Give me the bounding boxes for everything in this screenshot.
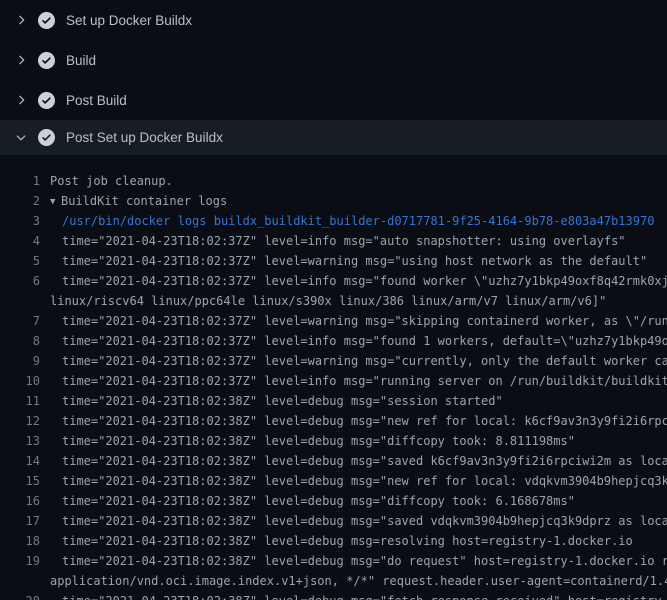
- step-label: Post Build: [66, 93, 127, 108]
- log-line-number[interactable]: 17: [0, 511, 40, 531]
- log-line-number[interactable]: 16: [0, 491, 40, 511]
- log-text: time="2021-04-23T18:02:38Z" level=debug …: [62, 471, 667, 491]
- log-text: time="2021-04-23T18:02:38Z" level=debug …: [62, 531, 633, 551]
- log-line-number[interactable]: 2: [0, 191, 40, 211]
- log-text: time="2021-04-23T18:02:37Z" level=warnin…: [62, 251, 647, 271]
- log-text: time="2021-04-23T18:02:38Z" level=debug …: [62, 391, 503, 411]
- log-text: time="2021-04-23T18:02:37Z" level=info m…: [62, 271, 667, 291]
- log-line: application/vnd.oci.image.index.v1+json,…: [0, 571, 667, 591]
- log-text: application/vnd.oci.image.index.v1+json,…: [50, 571, 667, 591]
- log-text: Post job cleanup.: [50, 171, 173, 191]
- log-text: time="2021-04-23T18:02:38Z" level=debug …: [62, 491, 575, 511]
- log-line-number[interactable]: 1: [0, 171, 40, 191]
- log-line: linux/riscv64 linux/ppc64le linux/s390x …: [0, 291, 667, 311]
- log-text: time="2021-04-23T18:02:37Z" level=warnin…: [62, 311, 667, 331]
- step-label: Post Set up Docker Buildx: [66, 130, 223, 145]
- step-label: Build: [66, 53, 96, 68]
- log-line-number[interactable]: 8: [0, 331, 40, 351]
- log-line-number[interactable]: 4: [0, 231, 40, 251]
- log-line-number[interactable]: 9: [0, 351, 40, 371]
- log-line-number[interactable]: 12: [0, 411, 40, 431]
- log-line-number[interactable]: 20: [0, 591, 40, 600]
- chevron-right-icon[interactable]: [13, 12, 29, 28]
- log-line: 2 ▼BuildKit container logs: [0, 191, 667, 211]
- log-text: time="2021-04-23T18:02:37Z" level=info m…: [62, 231, 626, 251]
- check-circle-icon: [38, 92, 55, 109]
- log-line-number[interactable]: 6: [0, 271, 40, 291]
- log-line: 12 time="2021-04-23T18:02:38Z" level=debu…: [0, 411, 667, 431]
- log-line-number: [0, 571, 40, 591]
- log-line: 8 time="2021-04-23T18:02:37Z" level=info …: [0, 331, 667, 351]
- log-line-number[interactable]: 7: [0, 311, 40, 331]
- log-viewer: 1 Post job cleanup. 2 ▼BuildKit container l…: [0, 155, 667, 600]
- log-text: time="2021-04-23T18:02:38Z" level=debug …: [62, 411, 667, 431]
- check-circle-icon: [38, 12, 55, 29]
- log-line: 9 time="2021-04-23T18:02:37Z" level=warni…: [0, 351, 667, 371]
- log-text: time="2021-04-23T18:02:38Z" level=debug …: [62, 551, 667, 571]
- log-rows: 1 Post job cleanup. 2 ▼BuildKit container l…: [0, 171, 667, 600]
- log-text: time="2021-04-23T18:02:38Z" level=debug …: [62, 431, 575, 451]
- log-line: 19 time="2021-04-23T18:02:38Z" level=debu…: [0, 551, 667, 571]
- log-line: 20 time="2021-04-23T18:02:38Z" level=debu…: [0, 591, 667, 600]
- step-list: Set up Docker Buildx Build Post Build: [0, 0, 667, 155]
- step-label: Set up Docker Buildx: [66, 13, 192, 28]
- log-line: 1 Post job cleanup.: [0, 171, 667, 191]
- log-line: 7 time="2021-04-23T18:02:37Z" level=warni…: [0, 311, 667, 331]
- log-line: 10 time="2021-04-23T18:02:37Z" level=info…: [0, 371, 667, 391]
- log-line: 18 time="2021-04-23T18:02:38Z" level=debu…: [0, 531, 667, 551]
- log-line: 4 time="2021-04-23T18:02:37Z" level=info …: [0, 231, 667, 251]
- log-text: time="2021-04-23T18:02:38Z" level=debug …: [62, 591, 667, 600]
- log-text: time="2021-04-23T18:02:37Z" level=warnin…: [62, 351, 667, 371]
- actions-log-panel: Set up Docker Buildx Build Post Build: [0, 0, 667, 600]
- check-circle-icon: [38, 129, 55, 146]
- log-line: 15 time="2021-04-23T18:02:38Z" level=debu…: [0, 471, 667, 491]
- log-line-number[interactable]: 19: [0, 551, 40, 571]
- log-line-number[interactable]: 13: [0, 431, 40, 451]
- log-line: 11 time="2021-04-23T18:02:38Z" level=debu…: [0, 391, 667, 411]
- log-line-number: [0, 291, 40, 311]
- log-text: time="2021-04-23T18:02:38Z" level=debug …: [62, 511, 667, 531]
- log-text: time="2021-04-23T18:02:38Z" level=debug …: [62, 451, 667, 471]
- log-line: 17 time="2021-04-23T18:02:38Z" level=debu…: [0, 511, 667, 531]
- log-line-number[interactable]: 11: [0, 391, 40, 411]
- log-line-number[interactable]: 10: [0, 371, 40, 391]
- log-line: 14 time="2021-04-23T18:02:38Z" level=debu…: [0, 451, 667, 471]
- log-group-toggle[interactable]: ▼BuildKit container logs: [50, 191, 227, 211]
- log-line: 5 time="2021-04-23T18:02:37Z" level=warni…: [0, 251, 667, 271]
- log-text: time="2021-04-23T18:02:37Z" level=info m…: [62, 371, 667, 391]
- check-circle-icon: [38, 52, 55, 69]
- log-line: 16 time="2021-04-23T18:02:38Z" level=debu…: [0, 491, 667, 511]
- log-line-number[interactable]: 5: [0, 251, 40, 271]
- chevron-right-icon[interactable]: [13, 52, 29, 68]
- triangle-down-icon: ▼: [50, 192, 61, 211]
- log-line-number[interactable]: 3: [0, 211, 40, 231]
- step-post-set-up-docker-buildx[interactable]: Post Set up Docker Buildx: [0, 120, 667, 155]
- step-post-build[interactable]: Post Build: [0, 80, 667, 120]
- log-line-number[interactable]: 18: [0, 531, 40, 551]
- log-line-number[interactable]: 14: [0, 451, 40, 471]
- log-line: 3/usr/bin/docker logs buildx_buildkit_bu…: [0, 211, 667, 231]
- chevron-right-icon[interactable]: [13, 92, 29, 108]
- log-text: time="2021-04-23T18:02:37Z" level=info m…: [62, 331, 667, 351]
- log-line: 13 time="2021-04-23T18:02:38Z" level=debu…: [0, 431, 667, 451]
- log-line: 6 time="2021-04-23T18:02:37Z" level=info …: [0, 271, 667, 291]
- log-text: linux/riscv64 linux/ppc64le linux/s390x …: [50, 291, 606, 311]
- chevron-down-icon[interactable]: [13, 130, 29, 146]
- step-set-up-docker-buildx[interactable]: Set up Docker Buildx: [0, 0, 667, 40]
- log-command-text: /usr/bin/docker logs buildx_buildkit_bui…: [62, 211, 654, 231]
- log-line-number[interactable]: 15: [0, 471, 40, 491]
- step-build[interactable]: Build: [0, 40, 667, 80]
